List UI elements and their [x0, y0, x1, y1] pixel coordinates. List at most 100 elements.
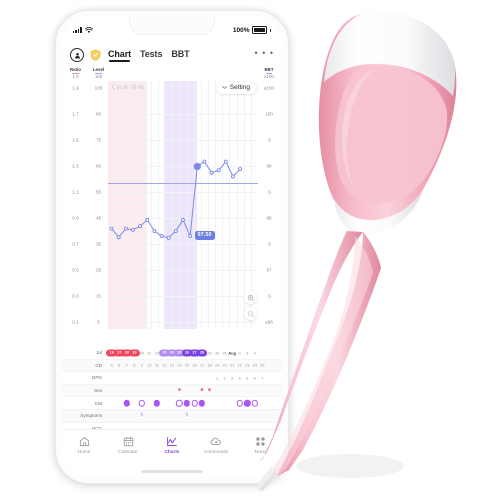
cycle-day-cell: 11: [154, 362, 159, 368]
bbt-data-point[interactable]: [124, 227, 127, 230]
tab-chart[interactable]: Chart: [108, 49, 131, 62]
tab-bbt[interactable]: BBT: [171, 49, 189, 62]
dpo-day-cell: 4: [238, 375, 241, 381]
axis-header-level-label: Level: [92, 67, 105, 72]
bbt-data-point[interactable]: [203, 160, 206, 163]
bbt-data-point[interactable]: [182, 218, 185, 221]
bbt-data-point[interactable]: [167, 236, 170, 239]
profile-avatar-icon[interactable]: [70, 48, 84, 62]
bbt-data-point[interactable]: [139, 225, 142, 228]
bbt-data-point[interactable]: [232, 175, 235, 178]
bbt-data-point[interactable]: [239, 168, 242, 171]
y-tick-ratio: 0.7: [72, 241, 79, 247]
y-tick-row: 0.7 35: [62, 242, 108, 247]
grid-row-dpo[interactable]: DPO 1 2 3 4 5 6 7: [62, 372, 282, 385]
grid-row-sex[interactable]: Sex ♥ ♥ ♥: [62, 384, 282, 398]
y-tick-level: 85: [95, 111, 102, 117]
y-tick-level: 55: [95, 189, 102, 195]
bbt-line-series: [108, 81, 258, 329]
bbt-data-point[interactable]: [146, 218, 149, 221]
date-cell[interactable]: 2: [239, 350, 241, 355]
symptom-marker[interactable]: ⚕: [140, 412, 143, 419]
grid-row-cd[interactable]: CD 5 6 7 8 9 10 11 12 13 14 15 16 17 18 19 20 21 22 23 24 25: [62, 359, 282, 373]
y-tick-ratio: 1.3: [72, 163, 79, 169]
cycle-day-cell: 10: [147, 362, 152, 368]
nav-label-charts: Charts: [164, 449, 180, 455]
date-cell[interactable]: 20: [140, 350, 144, 355]
zoom-out-button[interactable]: [244, 307, 257, 320]
bbt-data-point[interactable]: [217, 169, 220, 172]
bbt-data-point[interactable]: [117, 236, 120, 239]
grid-row-cm[interactable]: CM: [62, 397, 282, 410]
date-cell[interactable]: 31: [222, 350, 226, 355]
shield-badge-icon[interactable]: [90, 49, 101, 61]
cm-marker[interactable]: [236, 399, 243, 407]
nav-item-community[interactable]: Community: [194, 435, 238, 455]
nav-label-home: Home: [77, 449, 91, 455]
cm-marker[interactable]: [198, 399, 206, 407]
cycle-day-cell: 14: [177, 362, 182, 368]
nav-item-charts[interactable]: Charts: [150, 435, 194, 455]
dpo-day-cell: 3: [231, 375, 234, 381]
cm-marker[interactable]: [243, 399, 251, 407]
home-indicator: [141, 470, 203, 473]
dpo-day-cell: 1: [215, 375, 219, 381]
tab-tests[interactable]: Tests: [140, 49, 162, 62]
y-tick-ratio: 1.5: [72, 137, 79, 143]
date-cell[interactable]: 29: [207, 350, 211, 355]
date-cell[interactable]: 21: [147, 350, 151, 355]
date-cell[interactable]: 3: [246, 350, 248, 355]
date-cell[interactable]: 19: [128, 349, 140, 357]
cycle-day-cell: 15: [184, 362, 190, 368]
cm-marker[interactable]: [183, 399, 191, 407]
nav-item-home[interactable]: Home: [62, 435, 106, 455]
bbt-data-point[interactable]: [110, 227, 113, 230]
axis-ratio-top-value: 1.9: [72, 74, 79, 80]
cycle-day-cell: 6: [118, 362, 121, 368]
sex-heart-icon[interactable]: ♥: [200, 387, 203, 394]
cycle-day-cell: 5: [110, 362, 113, 368]
bbt-data-point[interactable]: [174, 230, 177, 233]
sex-heart-icon[interactable]: ♥: [208, 387, 211, 394]
y-tick-row: 1.5 75: [62, 138, 108, 143]
bbt-data-point[interactable]: [153, 230, 156, 233]
grid-row-label: CM: [94, 400, 102, 406]
sex-heart-icon[interactable]: ♥: [178, 387, 181, 394]
cycle-day-cell: 18: [207, 362, 212, 368]
cm-marker[interactable]: [191, 399, 198, 407]
zoom-in-icon: [247, 294, 254, 301]
grid-row-cells: ⚕ ⚕: [108, 410, 266, 422]
cm-marker[interactable]: [153, 399, 161, 407]
line-chart-icon: [166, 435, 179, 447]
grid-row-label: Sex: [94, 388, 102, 394]
bbt-chart-panel: Ratio 1.9 Level 105 BBT ≥100 Cycle View …: [62, 67, 282, 347]
y-tick-level: 65: [95, 163, 102, 169]
cm-marker[interactable]: [138, 399, 146, 407]
cm-marker[interactable]: [176, 399, 183, 407]
grid-row-jul[interactable]: Jul 16 17 18 19 20 21 22 23 24 25 26 27 28 29 30 31 Aug 2 3…: [62, 347, 282, 360]
date-cell[interactable]: 28: [196, 349, 208, 357]
cycle-data-grid: Jul 16 17 18 19 20 21 22 23 24 25 26 27 28 29 30 31 Aug 2 3…: [62, 347, 282, 436]
cm-marker[interactable]: [123, 399, 130, 407]
bbt-data-point[interactable]: [132, 228, 135, 231]
zoom-out-icon: [247, 310, 254, 317]
y-tick-row: 1.9 105: [62, 86, 108, 91]
setting-dropdown[interactable]: Setting: [216, 82, 256, 94]
zoom-in-button[interactable]: [244, 291, 257, 304]
chart-plot-area[interactable]: Cycle View Setting 97.50: [108, 81, 258, 329]
calendar-icon: [122, 435, 135, 447]
cycle-day-cell: 21: [229, 362, 235, 368]
nav-item-calendar[interactable]: Calendar: [106, 435, 150, 455]
date-cell[interactable]: 30: [215, 350, 219, 355]
bbt-data-point[interactable]: [160, 235, 163, 238]
bbt-data-point[interactable]: [210, 171, 213, 174]
y-axis-tick-labels: [62, 81, 108, 329]
symptom-marker[interactable]: ⚕: [186, 412, 189, 419]
bbt-data-point[interactable]: [224, 160, 227, 163]
grid-row-symptoms[interactable]: Symptoms ⚕ ⚕: [62, 409, 282, 423]
bbt-data-point[interactable]: [189, 235, 192, 238]
grid-row-label: Symptoms: [80, 413, 102, 419]
date-cell[interactable]: Aug: [228, 350, 236, 355]
y-tick-ratio: 0.1: [72, 319, 79, 325]
bbt-data-point[interactable]: [194, 163, 200, 169]
